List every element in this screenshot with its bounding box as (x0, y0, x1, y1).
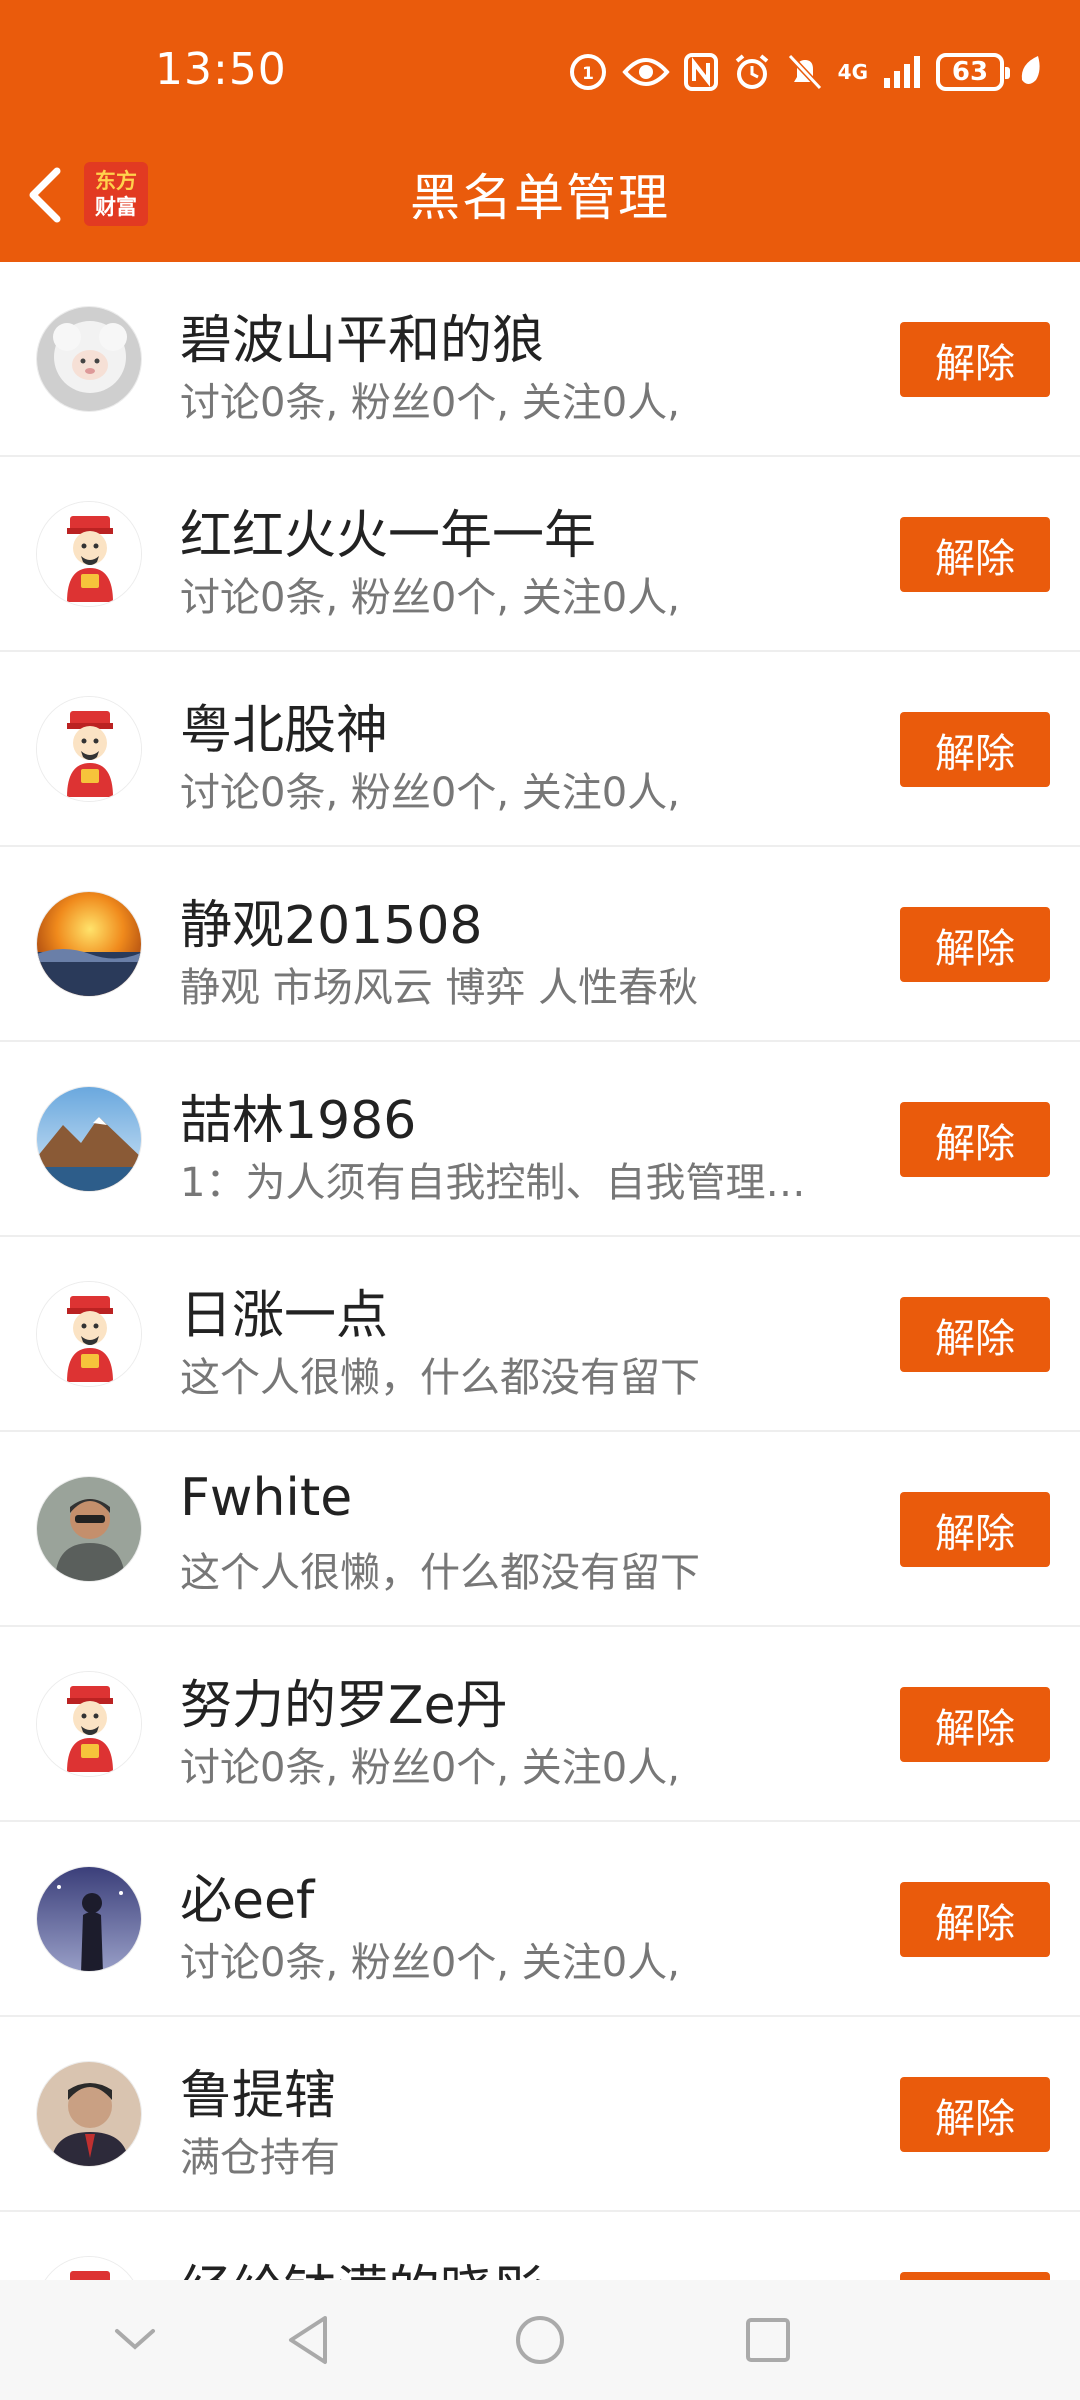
user-name: 努力的罗Ze丹 (180, 1676, 508, 1736)
status-bar: 13:50 1 4G 63 (0, 0, 1080, 140)
system-nav-bar (0, 2280, 1080, 2400)
user-description: 讨论0条, 粉丝0个, 关注0人, (180, 1940, 680, 1986)
remove-button[interactable]: 解除 (900, 1492, 1050, 1567)
user-name: 粤北股神 (180, 701, 389, 761)
remove-button[interactable]: 解除 (900, 322, 1050, 397)
remove-button[interactable]: 解除 (900, 1297, 1050, 1372)
user-name: 碧波山平和的狼 (180, 311, 545, 371)
user-name: 必eef (180, 1871, 315, 1931)
user-name: Fwhite (180, 1468, 353, 1528)
list-item[interactable]: 红红火火一年一年讨论0条, 粉丝0个, 关注0人, 解除 (0, 457, 1080, 652)
user-description: 满仓持有 (180, 2135, 340, 2181)
avatar[interactable] (36, 2256, 142, 2280)
user-description: 1：为人须有自我控制、自我管理… (180, 1160, 806, 1206)
remove-button[interactable]: 解除 (900, 1687, 1050, 1762)
blacklist: 碧波山平和的狼 讨论0条, 粉丝0个, 关注0人, 解除 红红火火一年一年 讨论0条, … (0, 262, 1080, 2280)
user-name: 日涨一点 (180, 1286, 389, 1346)
user-description: 静观 市场风云 博弈 人性春秋 (180, 965, 699, 1011)
nav-recents-button[interactable] (738, 2310, 798, 2370)
remove-button[interactable]: 解除 (900, 2272, 1050, 2280)
list-item[interactable]: 碧波山平和的狼讨论0条, 粉丝0个, 关注0人, 解除 (0, 262, 1080, 457)
battery-icon: 63 (936, 53, 1010, 91)
nav-back-button[interactable] (278, 2310, 338, 2370)
user-description: 讨论0条, 粉丝0个, 关注0人, (180, 1745, 680, 1791)
leaf-icon (1021, 56, 1040, 84)
page-title: 黑名单管理 (410, 169, 670, 227)
recents-square-icon (746, 2318, 790, 2362)
list-item[interactable]: 粤北股神讨论0条, 粉丝0个, 关注0人, 解除 (0, 652, 1080, 847)
avatar[interactable] (36, 1086, 142, 1192)
list-item[interactable]: 鲁提辖满仓持有 解除 (0, 2017, 1080, 2212)
avatar[interactable] (36, 696, 142, 802)
user-name: 红红火火一年一年 (180, 506, 597, 566)
avatar[interactable] (36, 891, 142, 997)
mute-icon (787, 53, 822, 91)
list-item[interactable]: 静观201508 静观 市场风云 博弈 人性春秋 解除 (0, 847, 1080, 1042)
status-icons: 1 4G 63 (568, 48, 1042, 96)
chevron-down-icon (115, 2329, 155, 2350)
svg-text:1: 1 (582, 64, 594, 84)
user-name: 静观201508 (180, 896, 483, 956)
remove-button[interactable]: 解除 (900, 517, 1050, 592)
avatar[interactable] (36, 2061, 142, 2167)
nfc-icon (683, 53, 718, 91)
list-item[interactable]: 经纶钵满的晓彤解除 (0, 2212, 1080, 2280)
eye-icon (621, 58, 670, 86)
list-item[interactable]: 喆林1986 1：为人须有自我控制、自我管理… 解除 (0, 1042, 1080, 1237)
network-label: 4G (837, 60, 868, 84)
back-triangle-icon (289, 2316, 327, 2364)
remove-button[interactable]: 解除 (900, 2077, 1050, 2152)
list-item[interactable]: 努力的罗Ze丹讨论0条, 粉丝0个, 关注0人, 解除 (0, 1627, 1080, 1822)
avatar[interactable] (36, 1671, 142, 1777)
avatar[interactable] (36, 1866, 142, 1972)
hd-icon: 1 (569, 54, 606, 90)
nav-collapse-button[interactable] (105, 2310, 165, 2370)
remove-button[interactable]: 解除 (900, 1882, 1050, 1957)
list-item[interactable]: Fwhite 这个人很懒，什么都没有留下 解除 (0, 1432, 1080, 1627)
user-description: 这个人很懒，什么都没有留下 (180, 1550, 700, 1596)
user-description: 这个人很懒，什么都没有留下 (180, 1355, 700, 1401)
nav-home-button[interactable] (510, 2310, 570, 2370)
user-description: 讨论0条, 粉丝0个, 关注0人, (180, 575, 680, 621)
app-header: 13:50 1 4G 63 东方 财富 黑名单管理 (0, 0, 1080, 262)
home-circle-icon (516, 2316, 564, 2364)
user-description: 讨论0条, 粉丝0个, 关注0人, (180, 770, 680, 816)
alarm-icon (735, 54, 768, 89)
status-time: 13:50 (155, 44, 287, 95)
user-name: 喆林1986 (180, 1091, 417, 1151)
avatar[interactable] (36, 1281, 142, 1387)
remove-button[interactable]: 解除 (900, 712, 1050, 787)
user-description: 讨论0条, 粉丝0个, 关注0人, (180, 380, 680, 426)
list-item[interactable]: 日涨一点这个人很懒，什么都没有留下 解除 (0, 1237, 1080, 1432)
avatar[interactable] (36, 1476, 142, 1582)
user-name: 鲁提辖 (180, 2066, 337, 2126)
list-item[interactable]: 必eef 讨论0条, 粉丝0个, 关注0人, 解除 (0, 1822, 1080, 2017)
avatar[interactable] (36, 306, 142, 412)
remove-button[interactable]: 解除 (900, 907, 1050, 982)
avatar[interactable] (36, 501, 142, 607)
signal-icon (884, 56, 920, 88)
user-name: 经纶钵满的晓彤 (180, 2248, 544, 2280)
remove-button[interactable]: 解除 (900, 1102, 1050, 1177)
